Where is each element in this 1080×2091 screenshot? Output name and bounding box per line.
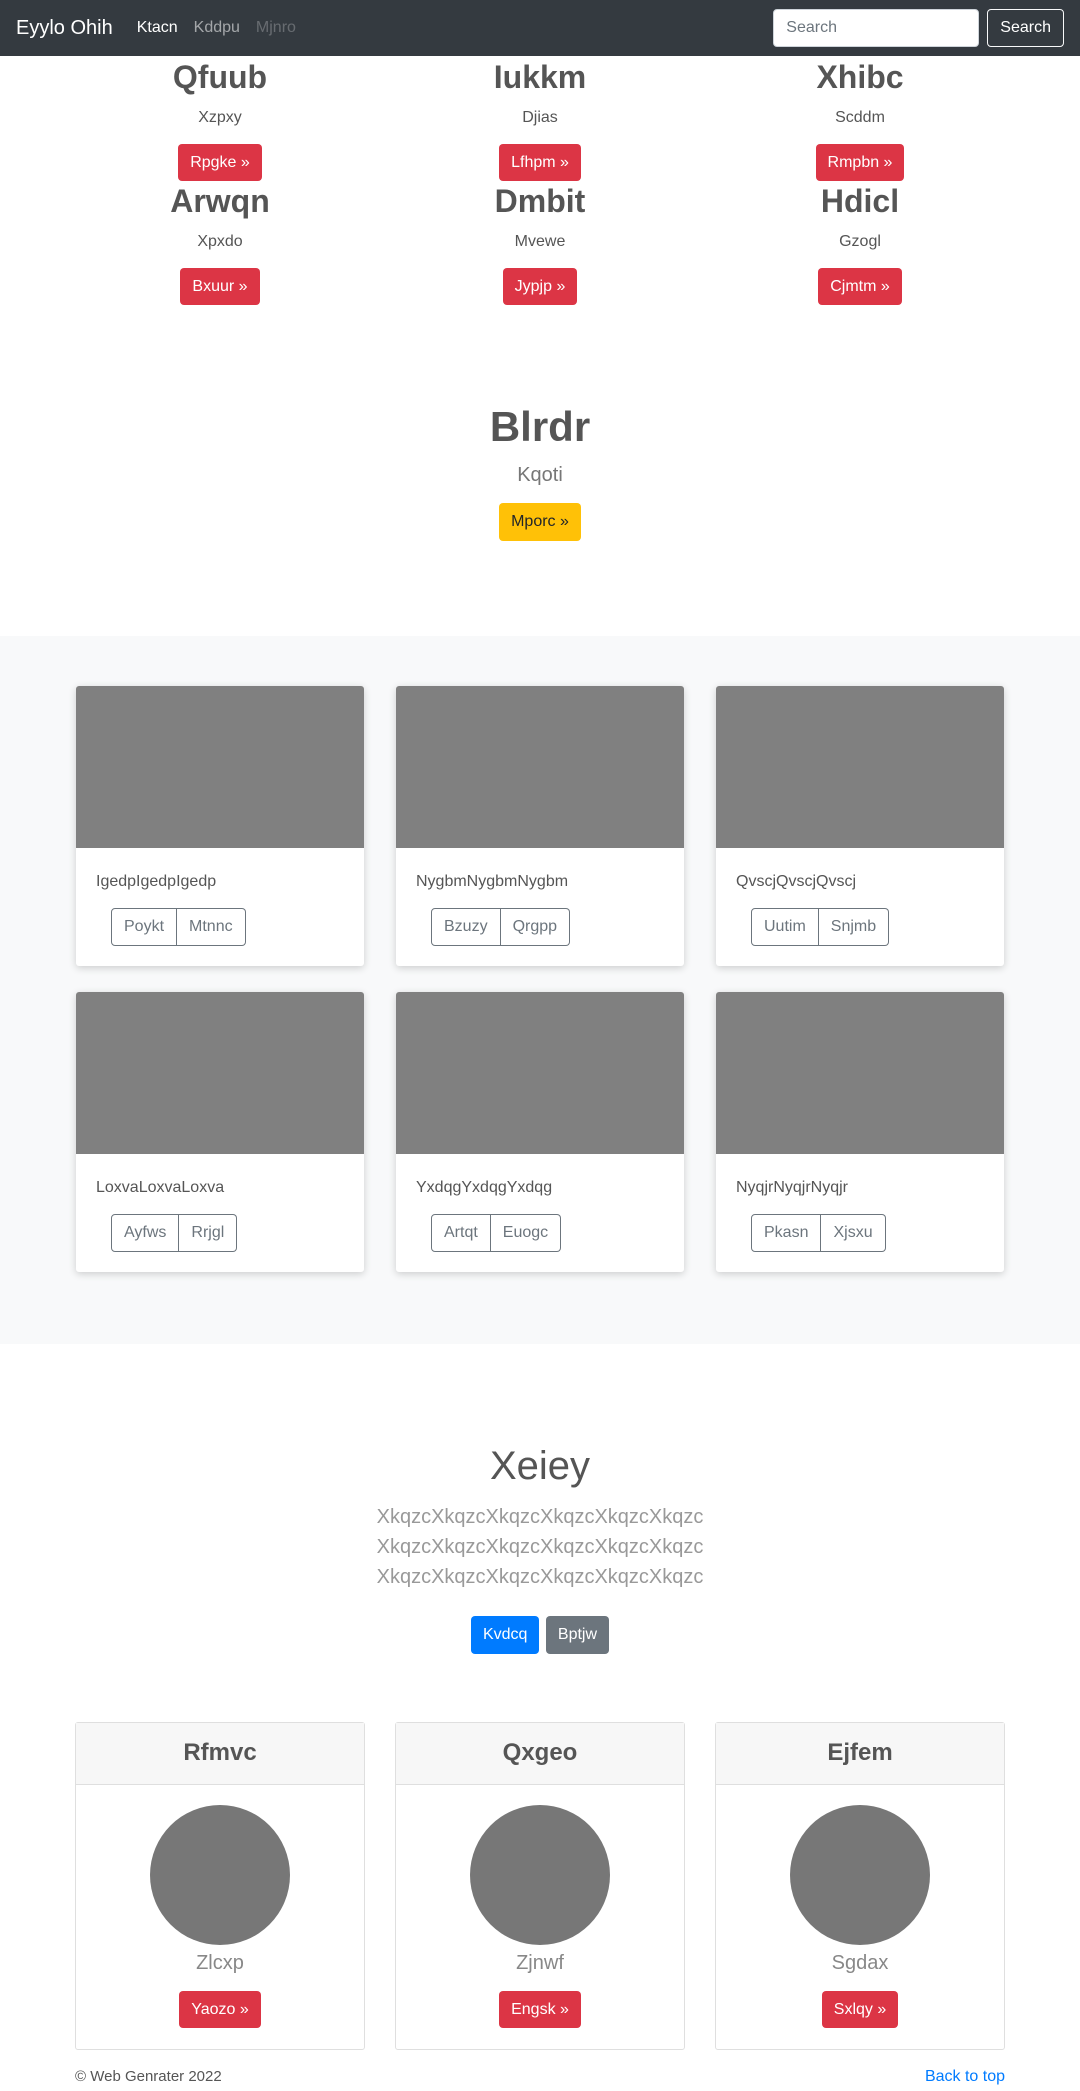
- hero-title: Xeiey: [489, 1444, 591, 1488]
- card-button-view[interactable]: Artqt: [431, 1214, 491, 1252]
- album-card: YxdqgYxdqgYxdqg Artqt Euogc: [396, 992, 684, 1272]
- profile-name: Sgdax: [831, 1952, 889, 1974]
- feature-text: Gzogl: [839, 233, 881, 250]
- feature-item: Arwqn Xpxdo Bxuur »: [60, 182, 380, 305]
- jumbotron-subtitle: Kqoti: [517, 464, 563, 486]
- feature-item: Iukkm Djias Lfhpm »: [380, 58, 700, 181]
- feature-title: Arwqn: [170, 183, 270, 219]
- profile-button[interactable]: Engsk »: [499, 1991, 581, 2028]
- album-card: IgedpIgedpIgedp Poykt Mtnnc: [76, 686, 364, 966]
- card-image-placeholder: [76, 686, 364, 848]
- feature-button[interactable]: Rpgke »: [178, 144, 262, 181]
- card-image-placeholder: [396, 686, 684, 848]
- feature-text: Xpxdo: [197, 233, 243, 250]
- profile-button[interactable]: Yaozo »: [179, 1991, 261, 2028]
- feature-button[interactable]: Bxuur »: [180, 268, 260, 305]
- card-button-edit[interactable]: Rrjgl: [179, 1214, 238, 1252]
- card-button-edit[interactable]: Mtnnc: [177, 908, 246, 946]
- nav-link-ktacn[interactable]: Ktacn: [137, 19, 178, 37]
- profile-card-header: Ejfem: [716, 1723, 1004, 1785]
- hero-section: Xeiey XkqzcXkqzcXkqzcXkqzcXkqzcXkqzc Xkq…: [0, 1440, 1080, 1654]
- feature-title: Xhibc: [816, 59, 904, 95]
- feature-button[interactable]: Cjmtm »: [818, 268, 902, 305]
- card-button-view[interactable]: Pkasn: [751, 1214, 822, 1252]
- card-button-group: Artqt Euogc: [431, 1214, 562, 1252]
- feature-button[interactable]: Rmpbn »: [815, 144, 905, 181]
- card-button-group: Bzuzy Qrgpp: [431, 908, 571, 946]
- avatar: [470, 1805, 610, 1945]
- album-card: LoxvaLoxvaLoxva Ayfws Rrjgl: [76, 992, 364, 1272]
- card-image-placeholder: [716, 992, 1004, 1154]
- card-button-edit[interactable]: Snjmb: [818, 908, 890, 946]
- card-button-group: Ayfws Rrjgl: [111, 1214, 238, 1252]
- hero-primary-button[interactable]: Kvdcq: [470, 1616, 540, 1654]
- card-button-edit[interactable]: Qrgpp: [500, 908, 571, 946]
- card-text: QvscjQvscjQvscj: [736, 873, 856, 890]
- feature-title: Qfuub: [172, 59, 268, 95]
- feature-item: Dmbit Mvewe Jypjp »: [380, 182, 700, 305]
- profile-name: Zjnwf: [516, 1952, 564, 1974]
- nav-link-mjnro: Mjnro: [255, 19, 296, 36]
- feature-item: Hdicl Gzogl Cjmtm »: [700, 182, 1020, 305]
- album-card: NyqjrNyqjrNyqjr Pkasn Xjsxu: [716, 992, 1004, 1272]
- search-button[interactable]: Search: [987, 9, 1064, 47]
- profile-card-header: Qxgeo: [396, 1723, 684, 1785]
- feature-text: Xzpxy: [198, 109, 242, 126]
- feature-item: Xhibc Scddm Rmpbn »: [700, 58, 1020, 181]
- profile-card-header: Rfmvc: [76, 1723, 364, 1785]
- card-button-group: Poykt Mtnnc: [111, 908, 246, 946]
- card-image-placeholder: [76, 992, 364, 1154]
- card-text: NygbmNygbmNygbm: [416, 873, 569, 890]
- card-button-view[interactable]: Poykt: [111, 908, 178, 946]
- jumbotron: Blrdr Kqoti Mporc »: [0, 402, 1080, 541]
- card-button-view[interactable]: Uutim: [751, 908, 819, 946]
- avatar: [150, 1805, 290, 1945]
- card-image-placeholder: [716, 686, 1004, 848]
- card-button-view[interactable]: Ayfws: [111, 1214, 180, 1252]
- navbar-brand[interactable]: Eyylo Ohih: [16, 17, 113, 40]
- album-section: IgedpIgedpIgedp Poykt Mtnnc NygbmNygbmNy…: [0, 636, 1080, 1344]
- profile-card: Rfmvc Zlcxp Yaozo »: [75, 1722, 365, 2050]
- card-text: IgedpIgedpIgedp: [96, 873, 217, 890]
- card-image-placeholder: [396, 992, 684, 1154]
- feature-title: Dmbit: [494, 183, 586, 219]
- card-button-edit[interactable]: Xjsxu: [821, 1214, 886, 1252]
- feature-title: Hdicl: [820, 183, 900, 219]
- nav-link-kddpu[interactable]: Kddpu: [194, 19, 240, 37]
- card-button-view[interactable]: Bzuzy: [431, 908, 501, 946]
- hero-lead: XkqzcXkqzcXkqzcXkqzcXkqzcXkqzc XkqzcXkqz…: [376, 1506, 704, 1588]
- profile-card: Ejfem Sgdax Sxlqy »: [715, 1722, 1005, 2050]
- feature-text: Djias: [522, 109, 558, 126]
- feature-text: Scddm: [835, 109, 885, 126]
- feature-button[interactable]: Jypjp »: [502, 268, 578, 305]
- album-card: QvscjQvscjQvscj Uutim Snjmb: [716, 686, 1004, 966]
- profile-name: Zlcxp: [196, 1952, 244, 1974]
- footer-copyright: © Web Genrater 2022: [75, 2068, 222, 2085]
- hero-secondary-button[interactable]: Bptjw: [545, 1616, 610, 1654]
- card-button-edit[interactable]: Euogc: [490, 1214, 562, 1252]
- jumbotron-title: Blrdr: [489, 403, 591, 450]
- album-card: NygbmNygbmNygbm Bzuzy Qrgpp: [396, 686, 684, 966]
- feature-title: Iukkm: [493, 59, 587, 95]
- navbar: Eyylo Ohih Ktacn Kddpu Mjnro Search: [0, 0, 1080, 56]
- search-form: Search: [773, 9, 1064, 47]
- back-to-top-link[interactable]: Back to top: [925, 2068, 1005, 2086]
- profile-card: Qxgeo Zjnwf Engsk »: [395, 1722, 685, 2050]
- card-text: LoxvaLoxvaLoxva: [96, 1179, 225, 1196]
- card-text: YxdqgYxdqgYxdqg: [416, 1179, 553, 1196]
- feature-item: Qfuub Xzpxy Rpgke »: [60, 58, 380, 181]
- card-button-group: Uutim Snjmb: [751, 908, 890, 946]
- search-input[interactable]: [773, 9, 980, 47]
- profile-button[interactable]: Sxlqy »: [821, 1991, 899, 2028]
- avatar: [790, 1805, 930, 1945]
- feature-button[interactable]: Lfhpm »: [499, 144, 581, 181]
- feature-text: Mvewe: [514, 233, 566, 250]
- card-button-group: Pkasn Xjsxu: [751, 1214, 886, 1252]
- card-text: NyqjrNyqjrNyqjr: [736, 1179, 849, 1196]
- jumbotron-button[interactable]: Mporc »: [499, 503, 581, 541]
- hero-buttons: Kvdcq Bptjw: [0, 1616, 1080, 1654]
